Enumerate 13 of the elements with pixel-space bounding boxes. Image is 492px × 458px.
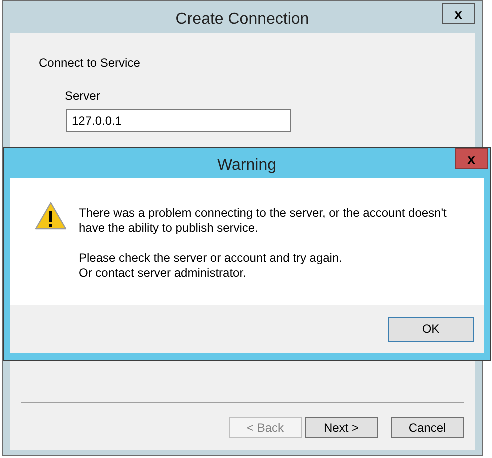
wizard-button[interactable]: Next > [305, 417, 378, 438]
close-button[interactable]: x [442, 3, 475, 24]
server-field[interactable]: 127.0.0.1 [66, 109, 291, 132]
close-button[interactable]: x [455, 148, 488, 169]
section-title: Connect to Service [38, 55, 142, 72]
warning-icon [35, 202, 67, 230]
window-title: Create Connection [174, 10, 310, 30]
wizard-button[interactable]: Cancel [391, 417, 464, 438]
message-text: There was a problem connecting to the server, or the account doesn't have the ability to publish service. [79, 206, 447, 236]
dialog-title: Warning [216, 156, 278, 176]
message-text: Please check the server or account and try again. Or contact server administrator. [79, 251, 344, 281]
ok-button[interactable]: OK [388, 316, 474, 342]
server-label: Server [65, 88, 102, 105]
